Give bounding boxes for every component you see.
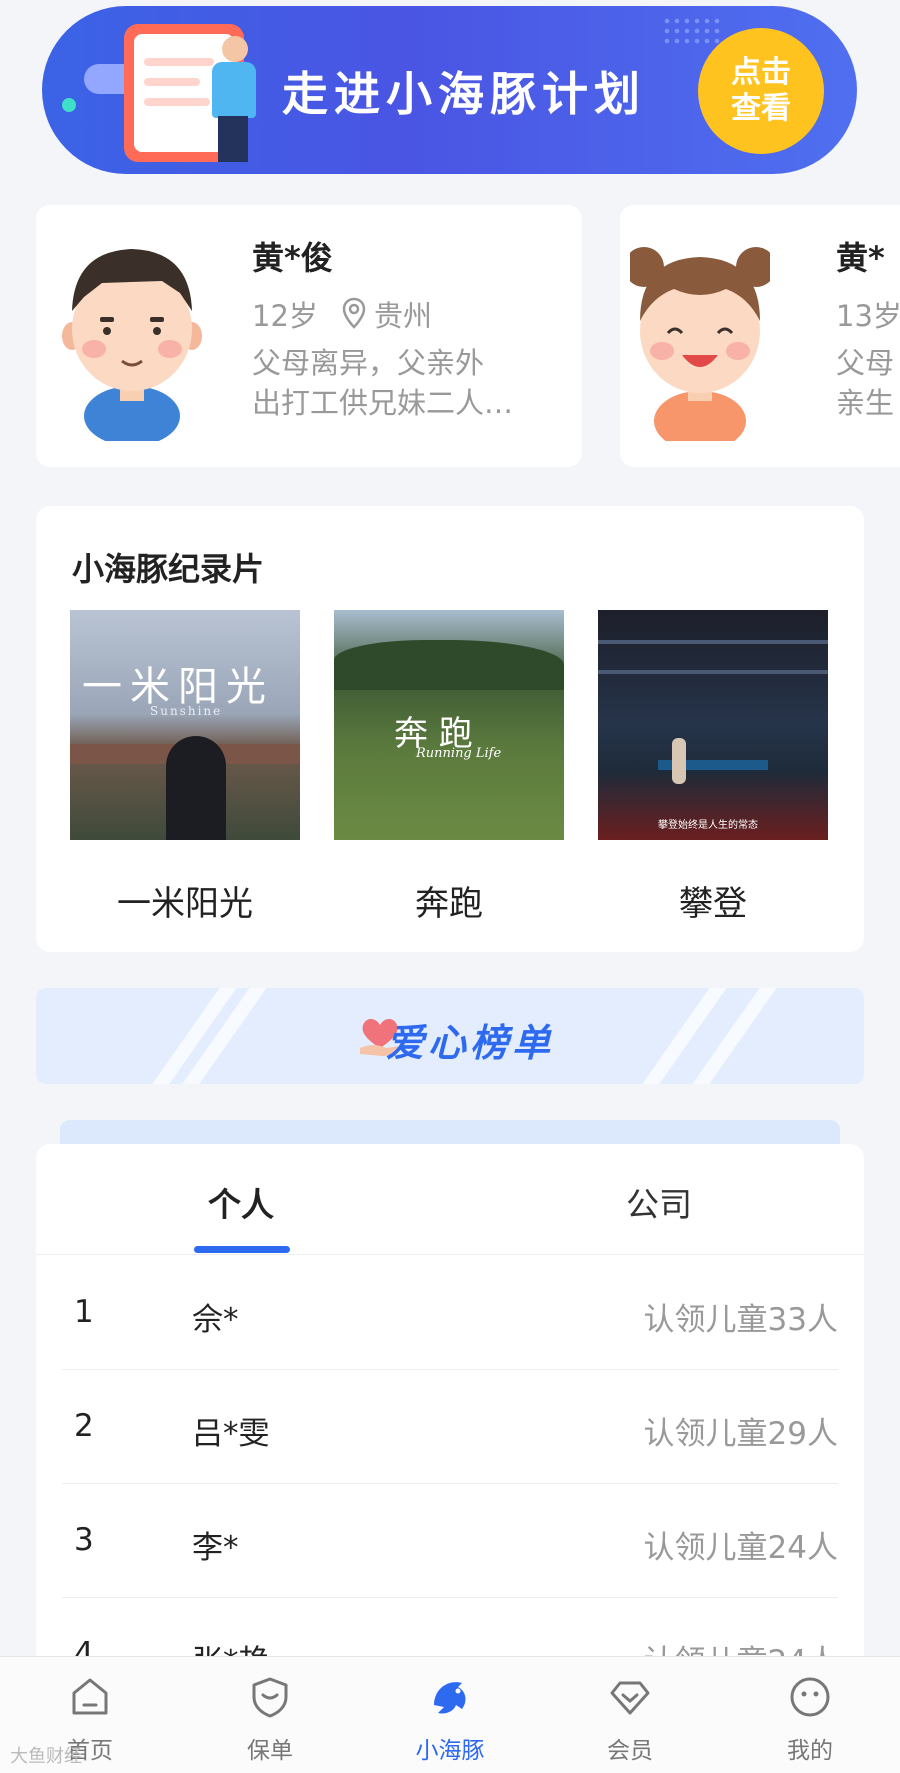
donor-name: 吕*雯 — [192, 1416, 270, 1452]
nav-dolphin[interactable]: 小海豚 — [360, 1657, 540, 1773]
love-board-header: 爱心榜单 — [36, 988, 864, 1084]
child-desc-line1: 父母离异，父亲外 — [252, 346, 485, 380]
dolphin-plan-banner[interactable]: 走进小海豚计划 点击查看 — [42, 6, 857, 174]
watermark: 大鱼财经 — [10, 1746, 82, 1767]
tab-company[interactable]: 公司 — [626, 1178, 692, 1226]
nav-label: 保单 — [247, 1738, 293, 1764]
child-name: 黄*俊 — [252, 239, 333, 277]
documentary-section: 小海豚纪录片 一米阳光 Sunshine 奔 跑 Running Life 攀登… — [36, 506, 864, 952]
page: 走进小海豚计划 点击查看 黄*俊 12岁 贵州 父母离异，父亲外 出打工供兄妹二… — [0, 0, 900, 1773]
nav-label: 会员 — [607, 1738, 653, 1764]
love-board-title: 爱心榜单 — [385, 1021, 554, 1065]
dolphin-icon — [434, 1682, 466, 1714]
ranking-row[interactable]: 1 佘* 认领儿童33人 — [36, 1256, 864, 1370]
ranking-card-shadow — [60, 1120, 840, 1144]
tab-personal[interactable]: 个人 — [208, 1178, 274, 1226]
child-desc-line2: 出打工供兄妹二人… — [252, 386, 514, 420]
rank-number: 3 — [74, 1522, 94, 1558]
nav-label: 我的 — [787, 1738, 833, 1764]
adopted-count: 认领儿童29人 — [643, 1416, 838, 1452]
nav-member[interactable]: 会员 — [540, 1657, 720, 1773]
boy-avatar — [62, 249, 202, 441]
child-desc-line2: 亲生 — [836, 386, 895, 420]
child-location: 贵州 — [374, 299, 433, 333]
rank-number: 1 — [74, 1294, 94, 1330]
child-card[interactable]: 黄*俊 12岁 贵州 父母离异，父亲外 出打工供兄妹二人… — [36, 205, 582, 467]
person-illustration-body — [212, 62, 256, 118]
child-age: 13岁 — [836, 299, 900, 333]
girl-avatar — [630, 247, 770, 441]
ranking-row[interactable]: 3 李* 认领儿童24人 — [36, 1484, 864, 1598]
person-illustration-legs — [218, 116, 248, 162]
home-icon — [72, 1678, 108, 1715]
child-age: 12岁 — [252, 299, 318, 333]
donor-name: 李* — [192, 1530, 239, 1566]
dots-decoration — [662, 16, 722, 46]
shield-icon — [252, 1677, 288, 1718]
child-desc-line1: 父母 — [836, 346, 895, 380]
dot-decoration — [62, 98, 76, 112]
documentary-thumb-sunshine[interactable]: 一米阳光 Sunshine — [70, 610, 300, 840]
nav-policy[interactable]: 保单 — [180, 1657, 360, 1773]
documentary-title: 小海豚纪录片 — [72, 550, 265, 588]
ranking-card: 个人 公司 1 佘* 认领儿童33人 2 吕*雯 认领儿童29人 3 李* 认领… — [36, 1144, 864, 1704]
nav-label: 小海豚 — [415, 1738, 485, 1764]
documentary-thumb-running[interactable]: 奔 跑 Running Life — [334, 610, 564, 840]
smile-icon — [790, 1677, 830, 1717]
view-button[interactable]: 点击查看 — [698, 28, 824, 154]
donor-name: 佘* — [192, 1302, 239, 1338]
diamond-icon — [610, 1681, 650, 1715]
adopted-count: 认领儿童24人 — [643, 1530, 838, 1566]
thumb-overlay-subtitle: Sunshine — [150, 704, 223, 718]
ranking-row[interactable]: 2 吕*雯 认领儿童29人 — [36, 1370, 864, 1484]
thumb-overlay-caption: 攀登始终是人生的常态 — [658, 820, 758, 831]
rank-number: 2 — [74, 1408, 94, 1444]
nav-mine[interactable]: 我的 — [720, 1657, 900, 1773]
active-tab-indicator — [194, 1246, 290, 1253]
banner-title: 走进小海豚计划 — [282, 67, 646, 121]
child-card[interactable]: 黄* 13岁 父母 亲生 — [620, 205, 900, 467]
thumb-overlay-subtitle: Running Life — [416, 746, 502, 761]
documentary-label[interactable]: 一米阳光 — [70, 876, 300, 925]
documentary-label[interactable]: 奔跑 — [334, 876, 564, 925]
documentary-label[interactable]: 攀登 — [598, 876, 828, 925]
person-illustration-head — [222, 36, 248, 62]
location-pin-icon — [342, 297, 366, 329]
adopted-count: 认领儿童33人 — [643, 1302, 838, 1338]
child-name: 黄* — [836, 239, 885, 277]
bottom-nav: 首页 保单 小海豚 会员 我的 — [0, 1656, 900, 1773]
divider — [36, 1254, 864, 1255]
documentary-thumb-climbing[interactable]: 攀登始终是人生的常态 — [598, 610, 828, 840]
